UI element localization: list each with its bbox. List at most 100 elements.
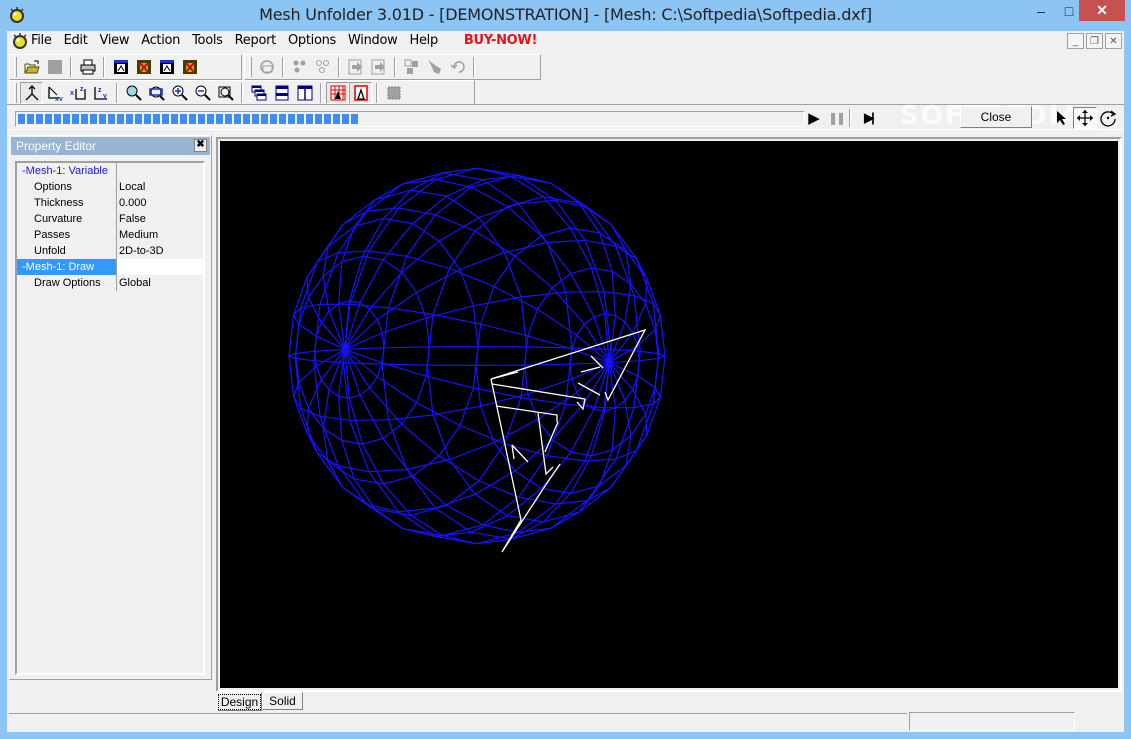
toolbar-grip[interactable]	[14, 57, 17, 77]
property-row-passes[interactable]: Passes Medium	[17, 227, 203, 243]
view-xz-icon: xz	[70, 86, 86, 100]
property-row-curvature[interactable]: Curvature False	[17, 211, 203, 227]
export-button-2[interactable]	[132, 56, 155, 78]
property-key: Thickness	[17, 195, 117, 211]
property-value[interactable]: False	[117, 211, 203, 227]
open-button[interactable]	[20, 56, 43, 78]
menu-buy-now[interactable]: BUY-NOW!	[458, 31, 543, 51]
progress-block	[135, 114, 142, 124]
undo-button[interactable]	[446, 56, 469, 78]
zoom-in-icon	[172, 85, 188, 101]
sphere-mesh-wireframe	[287, 167, 667, 545]
toolbar-grip[interactable]	[249, 57, 252, 77]
progress-block	[351, 114, 358, 124]
export-button-4[interactable]	[178, 56, 201, 78]
property-group-draw[interactable]: -Mesh-1: Draw	[17, 259, 203, 275]
zoom-window-button[interactable]	[145, 82, 168, 104]
menu-options[interactable]: Options	[282, 31, 342, 51]
split-icon	[404, 59, 418, 74]
property-group-variable[interactable]: -Mesh-1: Variable	[17, 163, 203, 179]
property-value[interactable]: Global	[117, 275, 203, 291]
tile-horizontal-button[interactable]	[270, 82, 293, 104]
view-xz-button[interactable]: xz	[66, 82, 89, 104]
menu-edit[interactable]: Edit	[58, 31, 94, 51]
view-zy-button[interactable]: zy	[89, 82, 112, 104]
tab-solid[interactable]: Solid	[262, 692, 303, 710]
view-xy-icon: xy	[47, 86, 62, 101]
progress-block	[297, 114, 304, 124]
print-button[interactable]	[76, 56, 99, 78]
progress-block	[342, 114, 349, 124]
selection-area-button[interactable]	[382, 82, 405, 104]
move-out-button[interactable]	[367, 56, 390, 78]
zoom-out-icon	[195, 85, 211, 101]
toolbar-separator	[320, 83, 322, 103]
unfold-button[interactable]	[255, 56, 278, 78]
select-tool-button[interactable]	[1051, 107, 1073, 129]
menu-file[interactable]: File	[31, 31, 58, 51]
cascade-button[interactable]	[247, 82, 270, 104]
property-key: Draw Options	[17, 275, 117, 291]
property-row-unfold[interactable]: Unfold 2D-to-3D	[17, 243, 203, 259]
pan-tool-button[interactable]	[1073, 107, 1097, 129]
pause-button[interactable]: ❚❚	[826, 107, 846, 129]
toolbar-grip[interactable]	[14, 83, 17, 103]
progress-block	[252, 114, 259, 124]
open-folder-icon	[24, 60, 40, 74]
menu-action[interactable]: Action	[135, 31, 186, 51]
mdi-minimize-button[interactable]: _	[1067, 33, 1084, 49]
property-row-draw-options[interactable]: Draw Options Global	[17, 275, 203, 291]
3d-viewport[interactable]	[220, 141, 1118, 688]
menu-window[interactable]: Window	[342, 31, 403, 51]
view-3d-button[interactable]	[20, 82, 43, 104]
progress-block	[171, 114, 178, 124]
tab-design-label: Design	[217, 693, 262, 710]
export-button-3[interactable]	[155, 56, 178, 78]
step-button[interactable]: ▶|	[856, 107, 880, 129]
mdi-restore-button[interactable]: ❐	[1086, 33, 1103, 49]
property-editor-title[interactable]: Property Editor	[11, 137, 210, 155]
deselect-faces-icon	[315, 60, 329, 73]
menu-view[interactable]: View	[94, 31, 136, 51]
property-value[interactable]: Medium	[117, 227, 203, 243]
move-in-button[interactable]	[344, 56, 367, 78]
window-close-button[interactable]: ✕	[1079, 0, 1125, 21]
property-row-options[interactable]: Options Local	[17, 179, 203, 195]
progress-block	[18, 114, 25, 124]
property-editor-close-button[interactable]: ✖	[194, 139, 207, 152]
status-bar-main	[9, 713, 907, 731]
zoom-extents-button[interactable]	[214, 82, 237, 104]
property-value[interactable]: Local	[117, 179, 203, 195]
view-xy-button[interactable]: xy	[43, 82, 66, 104]
menu-report[interactable]: Report	[229, 31, 282, 51]
progress-block	[270, 114, 277, 124]
menu-help[interactable]: Help	[403, 31, 443, 51]
pointer-delete-button[interactable]	[423, 56, 446, 78]
mdi-close-button[interactable]: ✕	[1105, 33, 1122, 49]
split-button[interactable]	[400, 56, 423, 78]
tab-design[interactable]: Design	[217, 692, 262, 711]
progress-block	[90, 114, 97, 124]
zoom-button[interactable]	[122, 82, 145, 104]
menu-tools[interactable]: Tools	[186, 31, 229, 51]
property-key: Passes	[17, 227, 117, 243]
select-faces-button[interactable]	[288, 56, 311, 78]
tile-vertical-button[interactable]	[293, 82, 316, 104]
tile-horizontal-icon	[275, 85, 288, 101]
window-minimize-button[interactable]: –	[1028, 0, 1054, 21]
deselect-faces-button[interactable]	[311, 56, 334, 78]
zoom-in-button[interactable]	[168, 82, 191, 104]
zoom-out-button[interactable]	[191, 82, 214, 104]
grid-draw-button[interactable]	[326, 82, 349, 104]
property-row-thickness[interactable]: Thickness 0.000	[17, 195, 203, 211]
page-draw-button[interactable]	[349, 82, 372, 104]
play-button[interactable]: ▶	[803, 107, 825, 129]
export-button-1[interactable]	[109, 56, 132, 78]
close-button[interactable]: Close	[960, 106, 1032, 128]
document-system-menu-icon[interactable]	[11, 32, 29, 50]
rotate-tool-button[interactable]	[1097, 107, 1119, 129]
property-value[interactable]: 0.000	[117, 195, 203, 211]
save-button[interactable]	[43, 56, 66, 78]
toolbar-separator	[116, 83, 118, 103]
property-value[interactable]: 2D-to-3D	[117, 243, 203, 259]
